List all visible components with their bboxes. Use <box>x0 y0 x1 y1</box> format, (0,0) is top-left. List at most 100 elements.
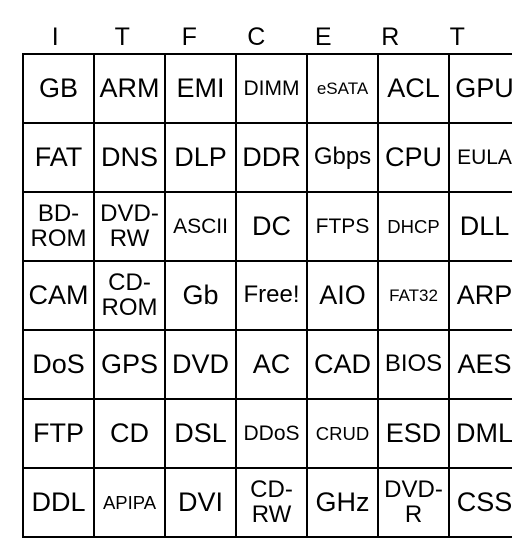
bingo-cell[interactable]: GHz <box>306 467 379 538</box>
bingo-cell-label: CD <box>110 418 149 449</box>
bingo-cell[interactable]: CD-RW <box>235 467 308 538</box>
bingo-header-letter: R <box>381 23 400 51</box>
bingo-cell[interactable]: CRUD <box>306 398 379 469</box>
bingo-header-letter: T <box>449 23 466 51</box>
bingo-cell-label: GPU <box>455 73 512 104</box>
bingo-cell-label: GPS <box>100 349 159 380</box>
bingo-cell-label: FAT <box>34 142 83 173</box>
bingo-grid: GB ARM EMI DIMM eSATA ACL GPU FAT DNS DLP DDR Gbps C… <box>22 53 512 538</box>
bingo-cell[interactable]: FAT <box>22 122 95 193</box>
bingo-cell[interactable]: ESD <box>377 398 450 469</box>
bingo-cell-label: DVD <box>171 349 229 380</box>
bingo-cell[interactable]: DDL <box>22 467 95 538</box>
bingo-cell-label: AIO <box>319 280 366 311</box>
bingo-cell-label: CD-ROM <box>101 268 158 321</box>
bingo-cell[interactable]: DVI <box>164 467 237 538</box>
bingo-cell[interactable]: DDoS <box>235 398 308 469</box>
bingo-cell[interactable]: DSL <box>164 398 237 469</box>
bingo-cell-label: GHz <box>315 487 370 518</box>
bingo-cell-label: CAD <box>313 349 371 380</box>
bingo-cell-label: ARM <box>99 73 160 104</box>
bingo-cell[interactable]: DVD-R <box>377 467 450 538</box>
bingo-cell[interactable]: FTPS <box>306 191 379 262</box>
bingo-cell[interactable]: GPU <box>448 53 512 124</box>
bingo-cell[interactable]: AES <box>448 329 512 400</box>
bingo-row: FTP CD DSL DDoS CRUD ESD DML <box>22 398 512 469</box>
bingo-cell[interactable]: AIO <box>306 260 379 331</box>
bingo-cell-label: DML <box>455 418 512 449</box>
bingo-cell-label: FAT32 <box>389 285 438 305</box>
bingo-cell[interactable]: CAD <box>306 329 379 400</box>
bingo-cell-label: ESD <box>385 418 442 449</box>
bingo-cell[interactable]: DLP <box>164 122 237 193</box>
bingo-cell[interactable]: CD-ROM <box>93 260 166 331</box>
bingo-cell[interactable]: DNS <box>93 122 166 193</box>
bingo-cell[interactable]: DIMM <box>235 53 308 124</box>
bingo-cell[interactable]: Gbps <box>306 122 379 193</box>
bingo-cell-label: AES <box>457 349 512 380</box>
bingo-cell[interactable]: GPS <box>93 329 166 400</box>
bingo-cell-label: FTPS <box>315 214 370 238</box>
bingo-cell-label: CAM <box>28 280 89 311</box>
bingo-cell-label: DDL <box>31 487 86 518</box>
bingo-cell[interactable]: DVD <box>164 329 237 400</box>
bingo-cell[interactable]: BD-ROM <box>22 191 95 262</box>
bingo-cell[interactable]: ARM <box>93 53 166 124</box>
bingo-cell-label: DVD-R <box>384 475 443 528</box>
bingo-cell[interactable]: DHCP <box>377 191 450 262</box>
bingo-cell-label: DSL <box>174 418 227 449</box>
bingo-cell[interactable]: CSS <box>448 467 512 538</box>
bingo-cell[interactable]: Gb <box>164 260 237 331</box>
bingo-header-row: ITFCERT <box>22 22 491 53</box>
bingo-row: DoS GPS DVD AC CAD BIOS AES <box>22 329 512 400</box>
bingo-cell[interactable]: FAT32 <box>377 260 450 331</box>
bingo-cell[interactable]: AC <box>235 329 308 400</box>
bingo-cell[interactable]: APIPA <box>93 467 166 538</box>
bingo-cell[interactable]: ARP <box>448 260 512 331</box>
bingo-cell-label: BIOS <box>384 350 443 378</box>
bingo-cell-label: DVD-RW <box>100 199 159 252</box>
bingo-cell[interactable]: DC <box>235 191 308 262</box>
bingo-row: CAM CD-ROM Gb Free! AIO FAT32 ARP <box>22 260 512 331</box>
bingo-cell[interactable]: EULA <box>448 122 512 193</box>
bingo-cell-label: DLL <box>459 211 510 242</box>
bingo-cell-label: CSS <box>456 487 512 518</box>
bingo-cell-label: eSATA <box>316 78 369 98</box>
bingo-cell[interactable]: CPU <box>377 122 450 193</box>
bingo-cell-label: Gbps <box>313 143 372 171</box>
bingo-cell-label: FTP <box>33 418 84 449</box>
bingo-cell[interactable]: EMI <box>164 53 237 124</box>
bingo-cell-label: ARP <box>456 280 512 311</box>
bingo-cell-label: DNS <box>100 142 158 173</box>
bingo-cell-label: EULA <box>457 145 512 169</box>
bingo-cell-label: APIPA <box>102 491 157 513</box>
bingo-cell-label: CD-RW <box>250 475 293 528</box>
bingo-header-letter: F <box>181 23 198 51</box>
bingo-free-cell[interactable]: Free! <box>235 260 308 331</box>
bingo-cell-label: Free! <box>243 281 300 309</box>
bingo-cell-label: ACL <box>387 73 440 104</box>
bingo-cell[interactable]: CD <box>93 398 166 469</box>
bingo-cell[interactable]: ASCII <box>164 191 237 262</box>
bingo-cell[interactable]: GB <box>22 53 95 124</box>
bingo-cell[interactable]: FTP <box>22 398 95 469</box>
bingo-cell-label: DDoS <box>243 421 300 445</box>
bingo-cell[interactable]: DLL <box>448 191 512 262</box>
bingo-cell[interactable]: DML <box>448 398 512 469</box>
bingo-cell-label: EMI <box>176 73 225 104</box>
bingo-row: FAT DNS DLP DDR Gbps CPU EULA <box>22 122 512 193</box>
bingo-cell-label: CRUD <box>315 422 370 444</box>
bingo-cell-label: GB <box>38 73 78 104</box>
bingo-cell-label: Gb <box>182 280 219 311</box>
bingo-cell[interactable]: DVD-RW <box>93 191 166 262</box>
bingo-cell-label: DDR <box>242 142 301 173</box>
bingo-cell[interactable]: DoS <box>22 329 95 400</box>
bingo-cell[interactable]: DDR <box>235 122 308 193</box>
bingo-cell-label: DC <box>252 211 291 242</box>
bingo-cell[interactable]: CAM <box>22 260 95 331</box>
bingo-cell[interactable]: BIOS <box>377 329 450 400</box>
bingo-cell[interactable]: ACL <box>377 53 450 124</box>
bingo-header-letter: I <box>51 23 60 51</box>
bingo-cell[interactable]: eSATA <box>306 53 379 124</box>
bingo-cell-label: DVI <box>177 487 223 518</box>
